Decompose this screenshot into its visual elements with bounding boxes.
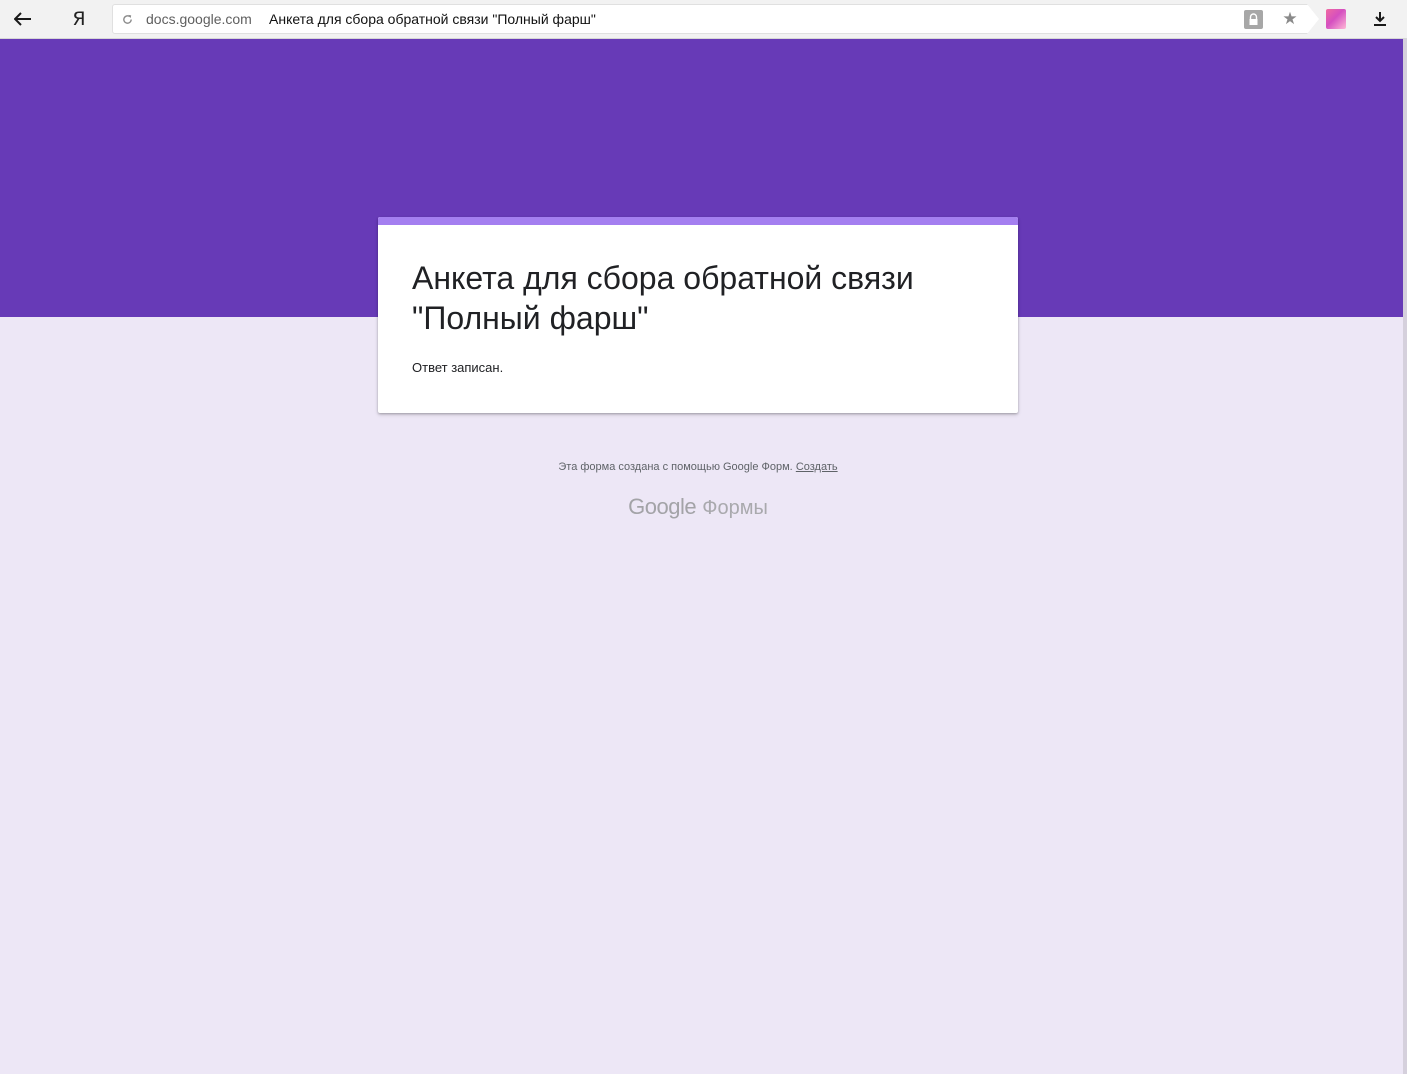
confirmation-message: Ответ записан. — [412, 360, 504, 375]
brand-google: Google — [628, 494, 697, 519]
url-domain: docs.google.com — [146, 11, 252, 27]
yandex-button[interactable]: Я — [64, 5, 94, 33]
star-icon[interactable]: ★ — [1279, 8, 1301, 30]
create-form-link[interactable]: Создать — [796, 461, 838, 473]
download-icon[interactable] — [1369, 8, 1391, 30]
footer-note: Эта форма создана с помощью Google Форм.… — [0, 461, 1396, 473]
lock-icon[interactable] — [1244, 10, 1263, 29]
form-page: Анкета для сбора обратной связи "Полный … — [0, 39, 1403, 1074]
reload-icon[interactable] — [120, 12, 134, 26]
footer-text: Эта форма создана с помощью Google Форм. — [558, 461, 793, 473]
scrollbar-track[interactable] — [1403, 39, 1407, 1074]
back-arrow-icon[interactable] — [8, 5, 38, 33]
extension-icon[interactable] — [1326, 9, 1346, 29]
address-bar[interactable]: docs.google.com Анкета для сбора обратно… — [112, 4, 1319, 34]
browser-toolbar: Я docs.google.com Анкета для сбора обрат… — [0, 0, 1407, 39]
form-title: Анкета для сбора обратной связи "Полный … — [412, 260, 914, 336]
brand-forms: Формы — [702, 497, 768, 519]
confirmation-card: Анкета для сбора обратной связи "Полный … — [378, 217, 1018, 413]
url-page-title: Анкета для сбора обратной связи "Полный … — [269, 11, 596, 27]
card-accent-bar — [378, 217, 1018, 225]
google-forms-logo[interactable]: Google Формы — [0, 494, 1396, 520]
